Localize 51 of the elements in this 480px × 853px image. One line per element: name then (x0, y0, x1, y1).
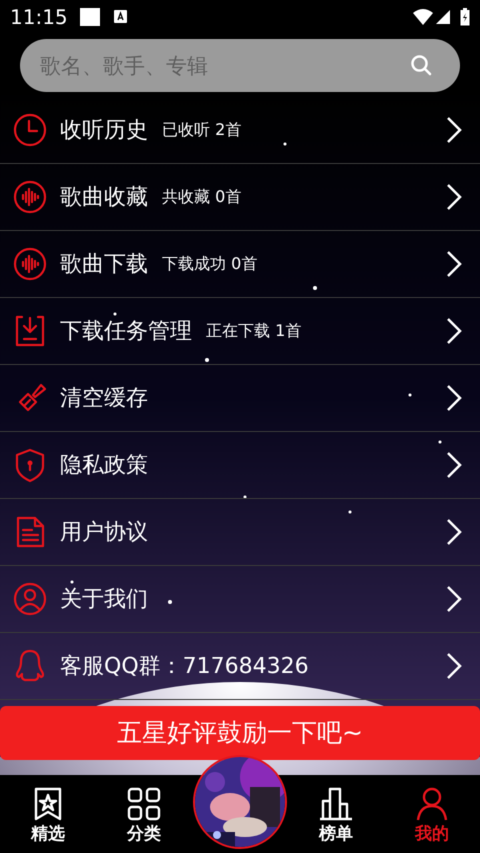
menu-label: 下载任务管理 (60, 318, 192, 346)
menu-item[interactable]: 下载任务管理 正在下载 1首 (0, 298, 480, 365)
menu-label: 清空缓存 (60, 384, 148, 412)
chevron-icon (446, 250, 462, 278)
chevron-icon (446, 652, 462, 680)
search-icon[interactable] (410, 54, 432, 76)
battery-icon (460, 8, 470, 26)
menu-item[interactable]: 隐私政策 (0, 432, 480, 499)
wifi-icon (413, 8, 433, 24)
menu-item[interactable]: 收听历史 已收听 2首 (0, 97, 480, 164)
clock-icon (12, 112, 48, 148)
chevron-icon (446, 384, 462, 412)
menu-label: 用户协议 (60, 518, 148, 546)
menu-item[interactable]: 客服QQ群：717684326 (0, 633, 480, 700)
menu-label: 收听历史 (60, 116, 148, 144)
chevron-icon (446, 183, 462, 211)
menu-detail: 正在下载 1首 (206, 320, 302, 342)
nav-tab[interactable]: 我的 (384, 780, 480, 848)
bar-chart-icon (318, 786, 354, 822)
menu-item[interactable]: 关于我们 (0, 566, 480, 633)
person-icon (12, 581, 48, 617)
menu-label: 隐私政策 (60, 452, 148, 480)
chevron-icon (446, 116, 462, 144)
chevron-icon (446, 518, 462, 546)
person-icon (414, 786, 450, 822)
menu-item[interactable]: 用户协议 (0, 499, 480, 566)
menu-detail: 共收藏 0首 (162, 186, 242, 208)
menu-detail: 下载成功 0首 (162, 253, 258, 275)
search-field[interactable]: 歌名、歌手、专辑 (20, 39, 460, 92)
menu-label: 关于我们 (60, 586, 148, 614)
notification-icon (80, 8, 100, 26)
menu-label: 客服QQ群：717684326 (60, 652, 309, 680)
sound-wave-icon (12, 179, 48, 215)
menu-item[interactable]: 清空缓存 (0, 365, 480, 432)
nav-tab[interactable]: 榜单 (288, 780, 384, 848)
nav-tab[interactable]: 分类 (96, 780, 192, 848)
sound-wave-icon (12, 246, 48, 282)
rating-banner-button[interactable]: 五星好评鼓励一下吧~ (0, 706, 480, 760)
keyboard-icon (114, 10, 127, 23)
status-time: 11:15 (10, 4, 68, 30)
grid-icon (126, 786, 162, 822)
chevron-icon (446, 317, 462, 345)
nav-tab[interactable]: 精选 (0, 780, 96, 848)
menu-label: 歌曲收藏 (60, 184, 148, 212)
menu-item[interactable]: 歌曲收藏 共收藏 0首 (0, 164, 480, 231)
menu-item[interactable]: 歌曲下载 下载成功 0首 (0, 231, 480, 298)
menu-label: 歌曲下载 (60, 250, 148, 278)
menu-detail: 已收听 2首 (162, 119, 242, 141)
chevron-icon (446, 585, 462, 613)
signal-icon (436, 10, 450, 24)
chevron-icon (446, 451, 462, 479)
